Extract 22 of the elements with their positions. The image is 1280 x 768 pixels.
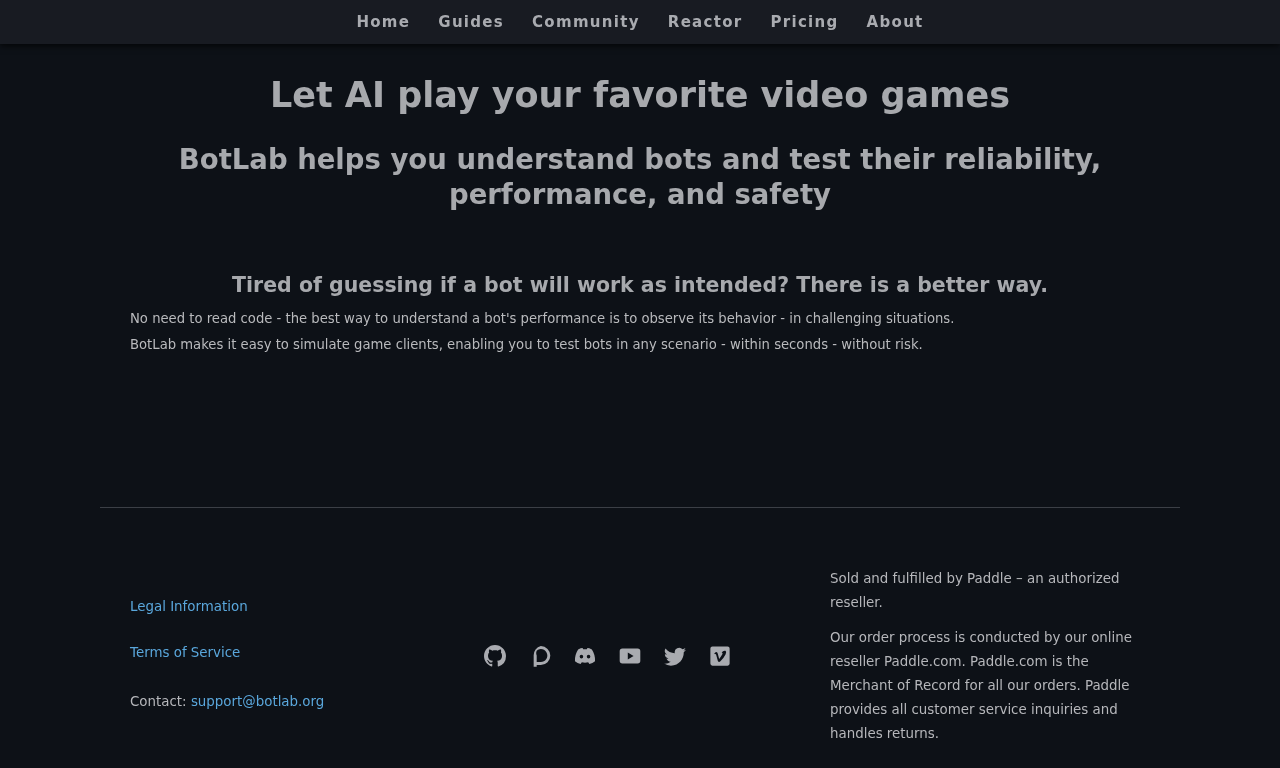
seller-note: Sold and fulfilled by Paddle – an authorized reseller.: [830, 570, 1121, 612]
v-tile-icon[interactable]: [709, 645, 731, 667]
section-heading: Tired of guessing if a bot will work as intended? There is a better way.: [231, 272, 1049, 299]
footer-link[interactable]: Legal Information: [130, 598, 248, 614]
nav-link[interactable]: Community: [518, 0, 654, 44]
nav-link[interactable]: About: [852, 0, 938, 44]
nav-link[interactable]: Reactor: [653, 0, 757, 44]
footer-link[interactable]: Terms of Service: [130, 644, 241, 660]
contact-label: Contact:: [130, 693, 187, 709]
cat-silhouette-icon[interactable]: [484, 645, 506, 667]
seller-note: Our order process is conducted by our online reseller Paddle.com. Paddle.com is the Merchant of Record for all our orders. Paddle provides all customer service inquiries and handles returns.: [830, 629, 1134, 743]
page-title: Let AI play your favorite video games: [268, 74, 1012, 117]
page-subtitle: BotLab helps you understand bots and test their reliability, performance, and safety: [177, 142, 1103, 212]
email-link[interactable]: support@botlab.org: [190, 693, 325, 709]
nav-link[interactable]: Home: [342, 0, 425, 44]
bird-icon[interactable]: [664, 645, 686, 667]
play-icon[interactable]: [619, 645, 641, 667]
intro-paragraph: No need to read code - the best way to understand a bot's performance is to observe its behavior - in challenging situations.: [129, 310, 956, 328]
nav-link[interactable]: Guides: [424, 0, 519, 44]
intro-paragraph: BotLab makes it easy to simulate game clients, enabling you to test bots in any scenario - within seconds - without risk.: [129, 336, 924, 354]
controller-face-icon[interactable]: [574, 645, 596, 667]
nav-link[interactable]: Pricing: [756, 0, 853, 44]
